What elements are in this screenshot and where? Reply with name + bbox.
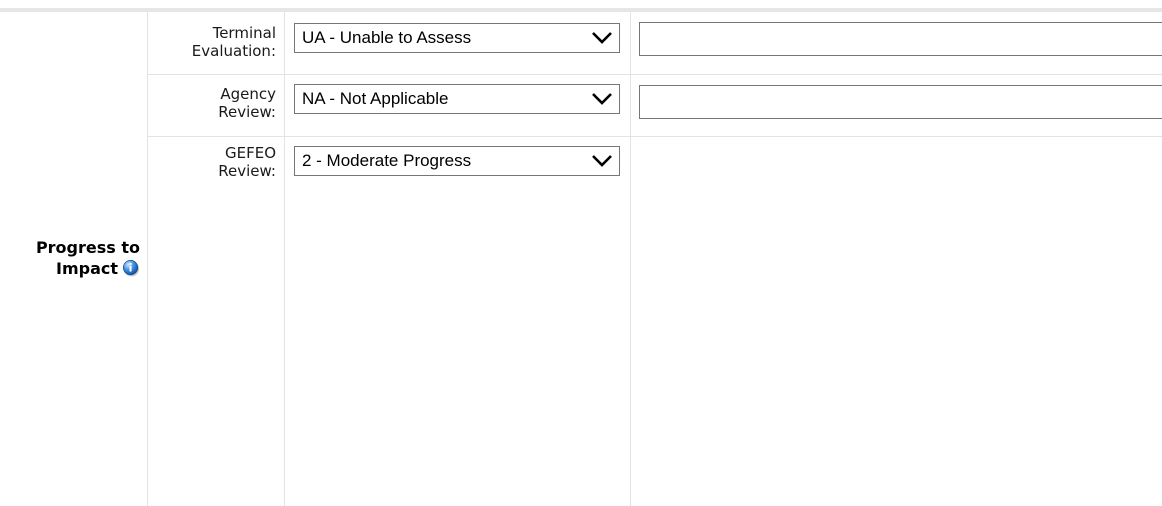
section-title: Progress to Impact bbox=[0, 237, 140, 279]
chevron-down-icon bbox=[592, 155, 612, 167]
info-icon[interactable] bbox=[122, 259, 140, 277]
terminal-evaluation-label: Terminal Evaluation: bbox=[191, 24, 276, 60]
gefeo-review-select[interactable]: 2 - Moderate Progress bbox=[294, 146, 620, 176]
selected-value: UA - Unable to Assess bbox=[302, 28, 472, 47]
top-divider bbox=[0, 8, 1162, 12]
row-divider bbox=[148, 136, 1162, 137]
agency-review-select[interactable]: NA - Not Applicable bbox=[294, 84, 620, 114]
section-title-line2: Impact bbox=[55, 259, 118, 278]
selected-value: 2 - Moderate Progress bbox=[302, 151, 472, 170]
terminal-evaluation-comment-input[interactable] bbox=[639, 22, 1162, 56]
rating-form: Progress to Impact Terminal Evaluation: … bbox=[0, 0, 1162, 506]
column-divider bbox=[630, 12, 631, 506]
chevron-down-icon bbox=[592, 93, 612, 105]
row-divider bbox=[148, 74, 1162, 75]
column-divider bbox=[284, 12, 285, 506]
agency-review-label: Agency Review: bbox=[218, 85, 276, 121]
terminal-evaluation-select[interactable]: UA - Unable to Assess bbox=[294, 23, 620, 53]
section-title-line1: Progress to bbox=[35, 238, 140, 257]
chevron-down-icon bbox=[592, 32, 612, 44]
selected-value: NA - Not Applicable bbox=[302, 89, 449, 108]
gefeo-review-label: GEFEO Review: bbox=[218, 144, 276, 180]
agency-review-comment-input[interactable] bbox=[639, 85, 1162, 119]
